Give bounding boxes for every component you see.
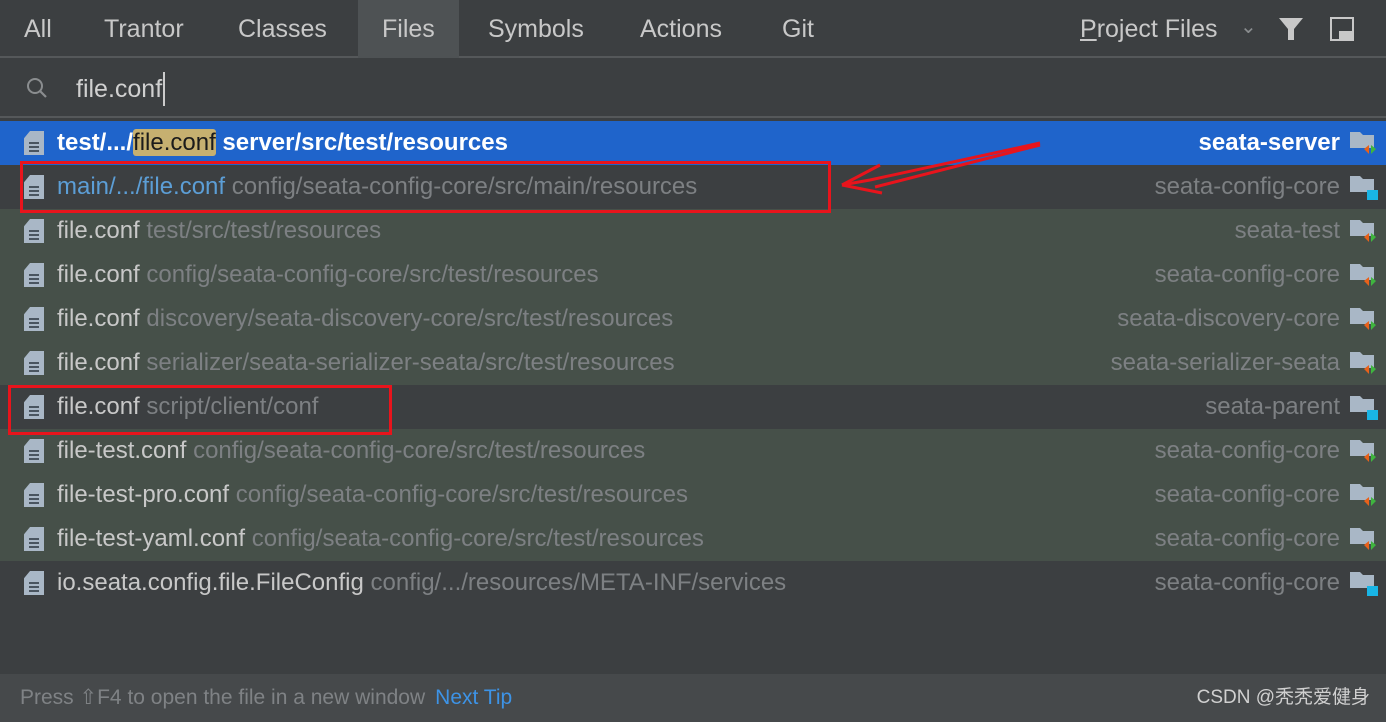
file-icon xyxy=(24,439,44,463)
tab-actions[interactable]: Actions xyxy=(616,0,746,58)
module-name: seata-parent xyxy=(1205,393,1340,420)
list-item[interactable]: file-test-pro.conf config/seata-config-c… xyxy=(0,473,1386,517)
annotation-arrow xyxy=(841,141,1041,195)
test-module-folder-icon xyxy=(1350,264,1376,286)
list-item[interactable]: file.conf config/seata-config-core/src/t… xyxy=(0,253,1386,297)
file-icon xyxy=(24,571,44,595)
module-name: seata-test xyxy=(1234,217,1340,244)
next-tip-link[interactable]: Next Tip xyxy=(435,686,512,709)
file-icon xyxy=(24,219,44,243)
file-icon xyxy=(24,527,44,551)
filter-icon[interactable] xyxy=(1278,16,1304,42)
file-name: file-test.conf config/seata-config-core/… xyxy=(57,437,646,464)
file-location: discovery/seata-discovery-core/src/test/… xyxy=(146,305,674,332)
module-name: seata-config-core xyxy=(1154,437,1340,464)
test-module-folder-icon xyxy=(1350,484,1376,506)
file-name: io.seata.config.file.FileConfig config/.… xyxy=(57,569,787,596)
test-module-folder-icon xyxy=(1350,440,1376,462)
module-name: seata-config-core xyxy=(1154,173,1340,200)
search-icon xyxy=(27,78,47,98)
file-icon xyxy=(24,351,44,375)
footer: Press ⇧F4 to open the file in a new wind… xyxy=(0,674,1386,722)
annotation-box xyxy=(20,161,831,213)
file-location: config/.../resources/META-INF/services xyxy=(370,569,787,596)
list-item[interactable]: file.conf serializer/seata-serializer-se… xyxy=(0,341,1386,385)
tip-text: Press ⇧F4 to open the file in a new wind… xyxy=(20,686,426,709)
file-icon xyxy=(24,483,44,507)
file-location: config/seata-config-core/src/test/resour… xyxy=(146,261,599,288)
tab-files[interactable]: Files xyxy=(358,0,459,58)
watermark: CSDN @秃秃爱健身 xyxy=(1196,687,1370,708)
scope-dropdown[interactable]: Project Files xyxy=(1080,0,1218,58)
test-module-folder-icon xyxy=(1350,352,1376,374)
main-module-folder-icon xyxy=(1350,176,1378,200)
list-item[interactable]: io.seata.config.file.FileConfig config/.… xyxy=(0,561,1386,605)
module-name: seata-server xyxy=(1198,129,1340,156)
module-name: seata-serializer-seata xyxy=(1110,349,1340,376)
list-item[interactable]: file.conf test/src/test/resources seata-… xyxy=(0,209,1386,253)
module-name: seata-config-core xyxy=(1154,261,1340,288)
file-name: file.conf serializer/seata-serializer-se… xyxy=(57,349,675,376)
test-module-folder-icon xyxy=(1350,308,1376,330)
search-input[interactable]: file.conf xyxy=(76,72,166,106)
file-name: file.conf config/seata-config-core/src/t… xyxy=(57,261,599,288)
file-name: test/.../file.conf server/src/test/resou… xyxy=(57,129,508,156)
test-module-folder-icon xyxy=(1350,132,1376,154)
module-name: seata-config-core xyxy=(1154,481,1340,508)
file-icon xyxy=(24,263,44,287)
list-item[interactable]: test/.../file.conf server/src/test/resou… xyxy=(0,121,1386,165)
test-module-folder-icon xyxy=(1350,220,1376,242)
open-in-window-icon[interactable] xyxy=(1330,17,1354,41)
tab-trantor[interactable]: Trantor xyxy=(80,0,208,58)
file-location: config/seata-config-core/src/test/resour… xyxy=(193,437,646,464)
file-icon xyxy=(24,131,44,155)
file-name: file-test-pro.conf config/seata-config-c… xyxy=(57,481,688,508)
tab-symbols[interactable]: Symbols xyxy=(464,0,608,58)
file-name: file.conf discovery/seata-discovery-core… xyxy=(57,305,674,332)
file-location: server/src/test/resources xyxy=(222,129,508,156)
list-item[interactable]: file-test.conf config/seata-config-core/… xyxy=(0,429,1386,473)
scope-label: roject Files xyxy=(1096,15,1218,43)
file-location: test/src/test/resources xyxy=(146,217,382,244)
file-name: file-test-yaml.conf config/seata-config-… xyxy=(57,525,704,552)
list-item[interactable]: file-test-yaml.conf config/seata-config-… xyxy=(0,517,1386,561)
annotation-box xyxy=(8,385,392,435)
test-module-folder-icon xyxy=(1350,528,1376,550)
tab-classes[interactable]: Classes xyxy=(214,0,351,58)
chevron-down-icon[interactable]: ⌄ xyxy=(1240,14,1257,39)
module-name: seata-config-core xyxy=(1154,569,1340,596)
list-item[interactable]: file.conf discovery/seata-discovery-core… xyxy=(0,297,1386,341)
file-name: file.conf test/src/test/resources xyxy=(57,217,382,244)
tab-bar: All Trantor Classes Files Symbols Actions Git … xyxy=(0,0,1386,58)
search-bar: file.conf xyxy=(0,60,1386,118)
tab-git[interactable]: Git xyxy=(758,0,838,58)
file-location: serializer/seata-serializer-seata/src/te… xyxy=(146,349,675,376)
file-location: config/seata-config-core/src/test/resour… xyxy=(251,525,704,552)
file-icon xyxy=(24,307,44,331)
scope-mnemonic: P xyxy=(1080,15,1097,43)
main-module-folder-icon xyxy=(1350,396,1378,420)
module-name: seata-config-core xyxy=(1154,525,1340,552)
tab-all[interactable]: All xyxy=(0,0,76,58)
main-module-folder-icon xyxy=(1350,572,1378,596)
file-location: config/seata-config-core/src/test/resour… xyxy=(235,481,688,508)
module-name: seata-discovery-core xyxy=(1117,305,1340,332)
